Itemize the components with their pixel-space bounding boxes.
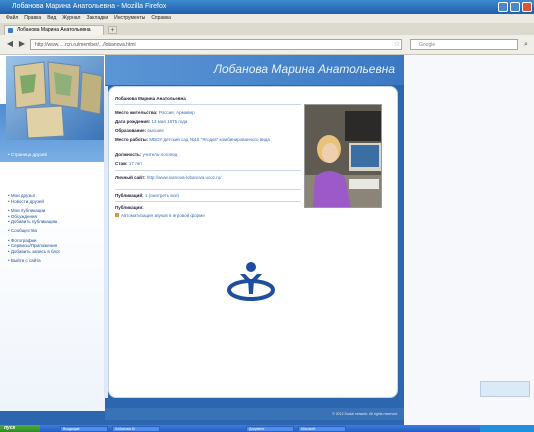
side-widget [480, 381, 530, 397]
start-button[interactable]: пуск [0, 425, 40, 432]
search-input[interactable]: Google [410, 39, 518, 50]
publication-item[interactable]: Автоматизация звуков в игровой форме [115, 213, 301, 218]
minimize-button[interactable] [498, 2, 508, 12]
field-workplace: Место работы: МБОУ детский сад №15 "Ягод… [115, 137, 270, 142]
field-publication-count: Публикаций: 1 (смотреть все) [115, 193, 180, 198]
taskbar-item[interactable]: Лобанова М [112, 426, 160, 432]
menu-history[interactable]: Журнал [62, 14, 80, 23]
site-footer: © 2012 Social network. All rights reserv… [105, 408, 404, 420]
profile-photo [304, 104, 382, 208]
tab-profile[interactable]: Лобанова Марина Анатольевна [4, 25, 104, 35]
divider [115, 201, 301, 202]
document-icon [115, 213, 119, 217]
view-all-link[interactable]: 1 (смотреть все) [145, 193, 179, 198]
window-controls [498, 2, 532, 12]
website-link[interactable]: http://www.ivanova-lobanova.ucoz.ru/ [147, 175, 222, 180]
menu-tools[interactable]: Инструменты [114, 14, 145, 23]
system-tray [480, 425, 534, 432]
close-button[interactable] [522, 2, 532, 12]
field-experience: Стаж: 17 лет [115, 161, 143, 166]
forward-button[interactable]: ▶ [18, 39, 26, 49]
maximize-button[interactable] [510, 2, 520, 12]
field-website: Личный сайт: http://www.ivanova-lobanova… [115, 175, 222, 180]
menu-help[interactable]: Справка [151, 14, 171, 23]
search-icon[interactable]: ⌕ [524, 40, 528, 49]
taskbar-item[interactable]: Microsoft [298, 426, 346, 432]
divider [115, 104, 301, 105]
profile-details: Лобанова Марина Анатольевна Место житель… [115, 96, 301, 226]
menu-view[interactable]: Вид [47, 14, 56, 23]
header-map-image [6, 56, 104, 140]
back-button[interactable]: ◀ [6, 39, 14, 49]
menu-edit[interactable]: Правка [24, 14, 41, 23]
favicon-icon [8, 28, 13, 33]
site-logo-icon [226, 260, 276, 302]
taskbar-item[interactable]: Входящие [60, 426, 108, 432]
menu-bookmarks[interactable]: Закладки [86, 14, 108, 23]
menu-file[interactable]: Файл [6, 14, 18, 23]
profile-name: Лобанова Марина Анатольевна [115, 96, 186, 101]
divider [115, 170, 301, 171]
window-titlebar: Лобанова Марина Анатольевна - Mozilla Fi… [0, 0, 534, 14]
divider [115, 189, 301, 190]
address-bar[interactable]: http://www.....rcn.ru/member/.../lobanov… [30, 39, 402, 50]
window-title: Лобанова Марина Анатольевна - Mozilla Fi… [12, 3, 167, 10]
left-navigation: • Страница друзей • Мои друзья • Новости… [8, 152, 102, 282]
page-title: Лобанова Марина Анатольевна [213, 62, 395, 76]
tab-label: Лобанова Марина Анатольевна [17, 27, 91, 33]
bookmark-star-icon[interactable]: ☆ [394, 40, 400, 49]
menu-bar: Файл Правка Вид Журнал Закладки Инструме… [0, 14, 534, 23]
taskbar-item[interactable]: Документ [246, 426, 294, 432]
nav-logout[interactable]: • Выйти с сайта [8, 258, 102, 263]
new-tab-button[interactable]: + [108, 26, 117, 34]
